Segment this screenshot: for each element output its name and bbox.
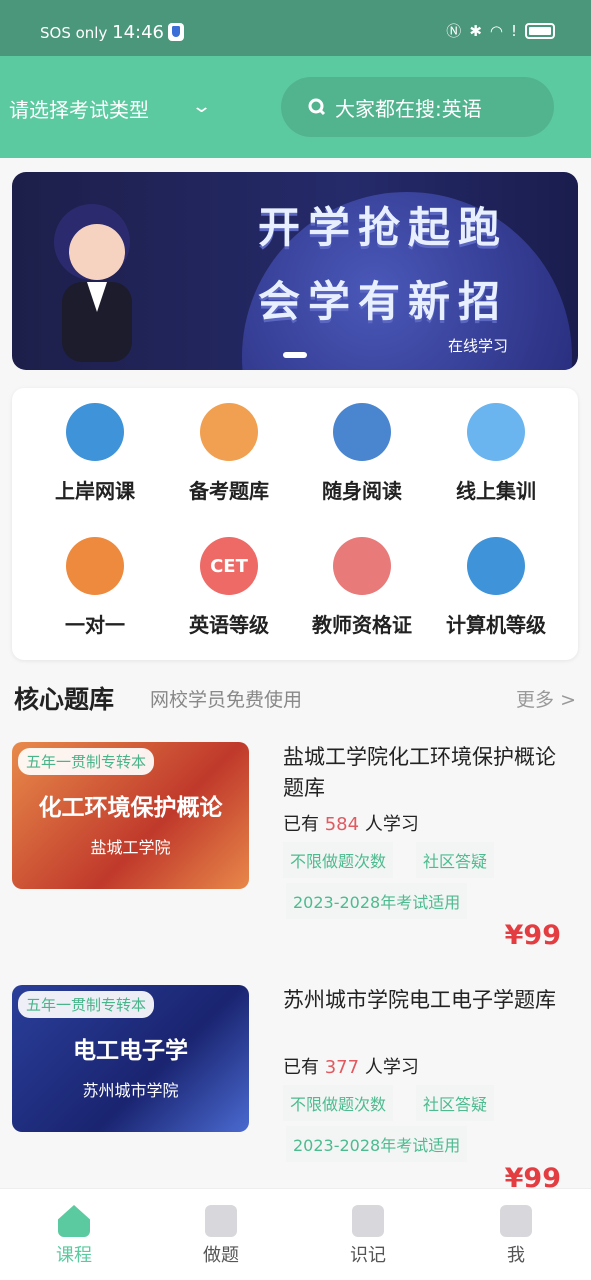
scroll-icon: [200, 403, 258, 461]
exam-type-select[interactable]: 请选择考试类型: [9, 94, 149, 123]
nfc-icon: Ⓝ: [446, 22, 462, 40]
feature-label: 上岸网课: [55, 479, 135, 503]
course-tag: 2023-2028年考试适用: [286, 1126, 468, 1162]
cover-school: 盐城工学院: [90, 838, 171, 857]
teacher-icon: [333, 537, 391, 595]
cover-school: 苏州城市学院: [82, 1081, 179, 1100]
book-open-icon: [352, 1205, 384, 1237]
course-cover: 五年一贯制专转本 电工电子学 苏州城市学院: [12, 985, 249, 1132]
count-prefix: 已有: [283, 1057, 319, 1078]
carousel-indicator[interactable]: [283, 352, 307, 358]
feature-label: 随身阅读: [322, 479, 402, 503]
section-title: 核心题库: [14, 685, 115, 714]
count-suffix: 人学习: [364, 1057, 419, 1078]
bookmark-icon: [205, 1205, 237, 1237]
count-prefix: 已有: [283, 814, 319, 835]
count-suffix: 人学习: [364, 814, 419, 835]
course-price: ¥99: [504, 920, 561, 951]
feature-label: 线上集训: [456, 479, 536, 503]
wifi-icon: ◠: [489, 21, 503, 40]
banner-line1: 开学抢起跑: [258, 203, 509, 252]
more-link[interactable]: 更多 >: [516, 685, 576, 712]
feature-computer[interactable]: 计算机等级: [429, 537, 563, 638]
feature-grid: 上岸网课 备考题库 随身阅读 线上集训一对一 CET 英语等级 教师资格证 计算机等级: [12, 388, 578, 660]
cet-icon: CET: [200, 537, 258, 595]
home-play-icon: [58, 1205, 90, 1237]
search-input[interactable]: 大家都在搜:英语: [281, 77, 554, 137]
shield-icon: [168, 23, 185, 41]
feature-label: 计算机等级: [446, 613, 546, 637]
student-count: 已有 584 人学习: [283, 810, 419, 836]
count-number: 584: [324, 814, 360, 835]
search-icon: [308, 98, 326, 116]
status-bar: SOS only 14:46 Ⓝ ✱ ◠ !: [0, 0, 591, 56]
nav-label: 做题: [203, 1245, 239, 1266]
promo-banner[interactable]: 开学抢起跑 会学有新招 在线学习: [12, 172, 578, 370]
monitor-icon: [467, 403, 525, 461]
battery-icon: [525, 22, 555, 39]
nav-tab-3[interactable]: 我: [466, 1205, 566, 1267]
feature-label: 教师资格证: [312, 613, 412, 637]
feature-one[interactable]: 一对一: [28, 537, 162, 638]
section-subtitle: 网校学员免费使用: [150, 689, 303, 711]
feature-scroll[interactable]: 备考题库: [162, 403, 296, 504]
course-cover: 五年一贯制专转本 化工环境保护概论 盐城工学院: [12, 742, 249, 889]
chevron-down-icon[interactable]: ⌄: [191, 96, 212, 117]
nav-label: 识记: [350, 1245, 386, 1266]
course-name: 苏州城市学院电工电子学题库: [283, 988, 556, 1012]
feature-label: 英语等级: [189, 613, 269, 637]
student-count: 已有 377 人学习: [283, 1053, 419, 1079]
banner-line2: 会学有新招: [258, 277, 509, 326]
feature-cet[interactable]: CET 英语等级: [162, 537, 296, 638]
feature-monitor[interactable]: 线上集训: [429, 403, 563, 504]
cover-title: 化工环境保护概论: [38, 795, 223, 821]
feature-teacher[interactable]: 教师资格证: [295, 537, 429, 638]
one-icon: [66, 537, 124, 595]
nav-tab-0[interactable]: 课程: [24, 1205, 124, 1267]
bottom-nav: 课程 做题 识记 我: [0, 1188, 591, 1280]
carrier-text: SOS only: [40, 24, 108, 42]
course-badge: 五年一贯制专转本: [18, 991, 155, 1018]
course-name: 盐城工学院化工环境保护概论题库: [283, 745, 556, 800]
profile-icon: [500, 1205, 532, 1237]
course-item[interactable]: 五年一贯制专转本 化工环境保护概论 盐城工学院 盐城工学院化工环境保护概论题库 …: [0, 742, 591, 972]
course-tag: 2023-2028年考试适用: [286, 883, 468, 919]
nav-tab-2[interactable]: 识记: [318, 1205, 418, 1267]
course-tag: 社区答疑: [416, 1085, 495, 1121]
alert-icon: !: [510, 21, 517, 40]
course-tag: 社区答疑: [416, 842, 495, 878]
feature-book[interactable]: 随身阅读: [295, 403, 429, 504]
clock: 14:46: [112, 22, 165, 43]
book-icon: [333, 403, 391, 461]
cover-title: 电工电子学: [73, 1038, 188, 1064]
computer-icon: [467, 537, 525, 595]
course-badge: 五年一贯制专转本: [18, 748, 155, 775]
nav-tab-1[interactable]: 做题: [171, 1205, 271, 1267]
banner-subtitle: 在线学习: [447, 337, 508, 355]
section-header: 核心题库 网校学员免费使用 更多 >: [0, 676, 591, 716]
nav-label: 课程: [56, 1245, 92, 1266]
top-header: 请选择考试类型 ⌄ 大家都在搜:英语: [0, 56, 591, 158]
feature-label: 备考题库: [189, 479, 269, 503]
course-tag: 不限做题次数: [283, 1085, 394, 1121]
bluetooth-icon: ✱: [469, 21, 482, 40]
search-placeholder: 大家都在搜:英语: [335, 96, 482, 121]
play-icon: [66, 403, 124, 461]
course-tag: 不限做题次数: [283, 842, 394, 878]
nav-label: 我: [507, 1245, 525, 1266]
count-number: 377: [324, 1057, 360, 1078]
course-item[interactable]: 五年一贯制专转本 电工电子学 苏州城市学院 苏州城市学院电工电子学题库 已有 3…: [0, 985, 591, 1215]
feature-label: 一对一: [65, 613, 125, 637]
banner-illustration: [54, 204, 132, 362]
feature-play[interactable]: 上岸网课: [28, 403, 162, 504]
